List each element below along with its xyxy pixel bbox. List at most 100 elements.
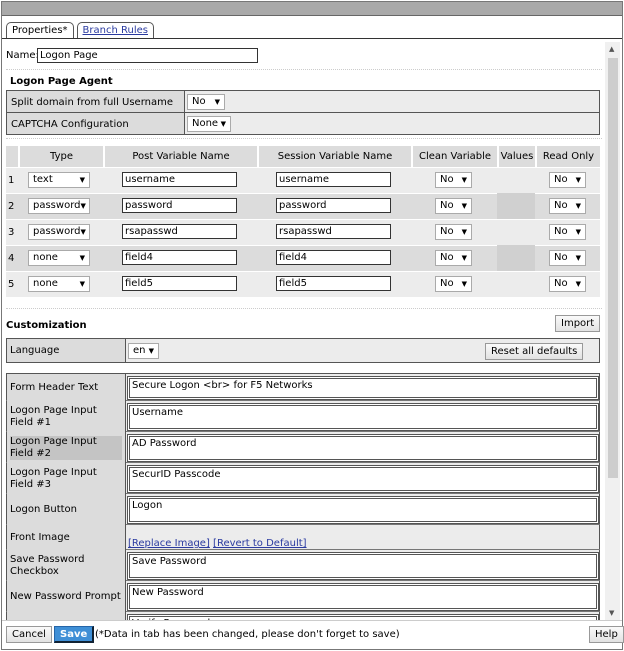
- row-number: 2: [8, 201, 15, 212]
- text-area[interactable]: Secure Logon <br> for F5 Networks: [127, 376, 599, 400]
- import-button[interactable]: Import: [555, 315, 601, 332]
- save-button[interactable]: Save: [54, 626, 95, 643]
- row-number: 5: [8, 279, 15, 290]
- language-select[interactable]: en ▼: [128, 343, 159, 359]
- type-select[interactable]: none ▼: [28, 276, 90, 292]
- post-variable-input[interactable]: field5: [122, 276, 237, 291]
- field-label: Save Password Checkbox: [7, 550, 126, 581]
- text-area[interactable]: Logon: [127, 496, 599, 524]
- session-variable-input[interactable]: field4: [276, 250, 391, 265]
- select-value: No: [440, 174, 454, 185]
- reset-defaults-button[interactable]: Reset all defaults: [485, 343, 584, 360]
- tab-bar: Properties* Branch Rules: [6, 22, 154, 39]
- clean-variable-select[interactable]: No ▼: [435, 224, 472, 240]
- session-variable-input[interactable]: field5: [276, 276, 391, 291]
- select-value: No: [440, 200, 454, 211]
- select-value: None: [192, 118, 219, 129]
- column-header: Read Only: [535, 146, 600, 167]
- help-button[interactable]: Help: [589, 626, 624, 643]
- captcha-select[interactable]: None ▼: [187, 116, 231, 132]
- clean-variable-select[interactable]: No ▼: [435, 172, 472, 188]
- label-text: Logon Button: [10, 503, 77, 515]
- text-area[interactable]: Username: [127, 403, 599, 431]
- field-label: Front Image: [7, 525, 126, 550]
- row-number: 3: [8, 227, 15, 238]
- divider: [2, 620, 622, 621]
- divider: [185, 112, 599, 113]
- text-area[interactable]: SecurID Passcode: [127, 465, 599, 493]
- chevron-down-icon: ▼: [148, 347, 154, 355]
- field-label: [7, 612, 126, 620]
- text-area[interactable]: Save Password: [127, 552, 599, 580]
- chevron-down-icon: ▼: [80, 202, 86, 210]
- type-select[interactable]: text ▼: [28, 172, 90, 188]
- post-variable-input[interactable]: rsapasswd: [122, 224, 237, 239]
- chevron-down-icon: ▼: [214, 98, 220, 106]
- field-label: Logon Page Input Field #1: [7, 401, 126, 432]
- select-value: No: [554, 226, 568, 237]
- replace-image-link[interactable]: [Replace Image]: [128, 538, 210, 549]
- scroll-down-icon[interactable]: ▼: [609, 609, 614, 617]
- post-variable-input[interactable]: password: [122, 198, 237, 213]
- select-value: No: [554, 278, 568, 289]
- session-variable-input[interactable]: password: [276, 198, 391, 213]
- row-number: 1: [8, 175, 15, 186]
- scroll-up-icon[interactable]: ▲: [609, 45, 614, 53]
- type-select[interactable]: password ▼: [28, 198, 90, 214]
- type-select[interactable]: password ▼: [28, 224, 90, 240]
- tab-branch-rules[interactable]: Branch Rules: [76, 22, 154, 39]
- chevron-down-icon: ▼: [461, 280, 467, 288]
- tab-properties[interactable]: Properties*: [6, 22, 74, 39]
- cancel-button[interactable]: Cancel: [6, 626, 52, 643]
- revert-default-link[interactable]: [Revert to Default]: [213, 538, 307, 549]
- properties-panel: Name: Logon Page Logon Page Agent Split …: [4, 42, 604, 620]
- column-header: Values: [497, 146, 535, 167]
- section-title: Customization: [6, 320, 87, 331]
- column-header: Clean Variable: [411, 146, 497, 167]
- image-links: [Replace Image] [Revert to Default]: [128, 538, 307, 549]
- chevron-down-icon: ▼: [575, 228, 581, 236]
- clean-variable-select[interactable]: No ▼: [435, 250, 472, 266]
- field-label: New Password Prompt: [7, 581, 126, 612]
- select-value: none: [33, 278, 58, 289]
- chevron-down-icon: ▼: [79, 176, 85, 184]
- type-select[interactable]: none ▼: [28, 250, 90, 266]
- split-domain-select[interactable]: No ▼: [187, 94, 225, 110]
- read-only-select[interactable]: No ▼: [549, 224, 586, 240]
- text-area[interactable]: New Password: [127, 583, 599, 611]
- chevron-down-icon: ▼: [575, 176, 581, 184]
- name-input[interactable]: Logon Page: [37, 48, 258, 63]
- chevron-down-icon: ▼: [461, 254, 467, 262]
- tab-label: Properties*: [12, 25, 68, 36]
- post-variable-input[interactable]: field4: [122, 250, 237, 265]
- select-value: password: [33, 226, 81, 237]
- session-variable-input[interactable]: rsapasswd: [276, 224, 391, 239]
- column-header: Session Variable Name: [257, 146, 411, 167]
- read-only-select[interactable]: No ▼: [549, 172, 586, 188]
- field-label: Logon Page Input Field #3: [7, 463, 126, 494]
- text-area[interactable]: AD Password: [127, 434, 599, 462]
- scrollbar-thumb[interactable]: [608, 58, 618, 478]
- field-label: Form Header Text: [7, 374, 126, 401]
- read-only-select[interactable]: No ▼: [549, 250, 586, 266]
- chevron-down-icon: ▼: [575, 254, 581, 262]
- select-value: No: [192, 96, 206, 107]
- label-text: Logon Page Input Field #3: [10, 466, 97, 490]
- divider: [2, 38, 622, 39]
- read-only-select[interactable]: No ▼: [549, 276, 586, 292]
- read-only-select[interactable]: No ▼: [549, 198, 586, 214]
- chevron-down-icon: ▼: [575, 280, 581, 288]
- chevron-down-icon: ▼: [461, 176, 467, 184]
- language-label: Language: [7, 339, 126, 362]
- title-bar: [2, 2, 622, 16]
- clean-variable-select[interactable]: No ▼: [435, 198, 472, 214]
- label-text: Save Password Checkbox: [10, 553, 85, 577]
- post-variable-input[interactable]: username: [122, 172, 237, 187]
- tab-label: Branch Rules: [82, 25, 148, 36]
- session-variable-input[interactable]: username: [276, 172, 391, 187]
- chevron-down-icon: ▼: [220, 120, 226, 128]
- select-value: No: [440, 226, 454, 237]
- field-label: Logon Button: [7, 494, 126, 525]
- clean-variable-select[interactable]: No ▼: [435, 276, 472, 292]
- scrollbar[interactable]: ▲ ▼: [605, 42, 620, 620]
